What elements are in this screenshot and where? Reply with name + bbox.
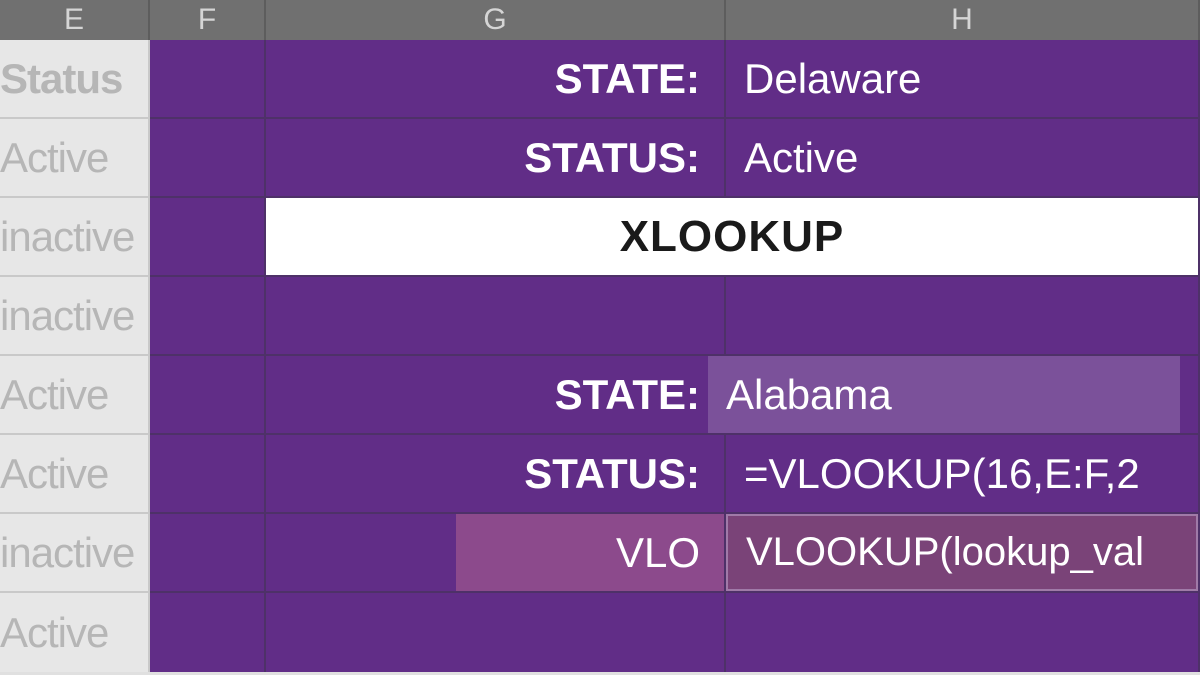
cell-f1[interactable] (150, 40, 266, 119)
cell-f2[interactable] (150, 119, 266, 198)
cell-e6[interactable]: Active (0, 435, 150, 514)
column-headers: E F G H (0, 0, 1200, 40)
row-6: Active STATUS: =VLOOKUP(16,E:F,2 (0, 435, 1200, 514)
col-header-f[interactable]: F (150, 0, 266, 40)
col-header-h[interactable]: H (726, 0, 1200, 40)
cell-h1-state-value[interactable]: Delaware (726, 40, 1200, 119)
cell-g8[interactable] (266, 593, 726, 672)
row-2: Active STATUS: Active (0, 119, 1200, 198)
cell-g5-state-label[interactable]: STATE: (266, 356, 726, 435)
cell-h7-tooltip[interactable]: VLOOKUP(lookup_val (726, 514, 1200, 593)
cell-e4[interactable]: inactive (0, 277, 150, 356)
cell-e3[interactable]: inactive (0, 198, 150, 277)
formula-tooltip: VLOOKUP(lookup_val (726, 514, 1198, 591)
cell-e1[interactable]: Status (0, 40, 150, 119)
cell-h2-status-value[interactable]: Active (726, 119, 1200, 198)
cell-g6-status-label[interactable]: STATUS: (266, 435, 726, 514)
cell-e8[interactable]: Active (0, 593, 150, 672)
vlo-label: VLO (456, 514, 724, 591)
row-5: Active STATE: Alabama (0, 356, 1200, 435)
col-header-e[interactable]: E (0, 0, 150, 40)
row-4: inactive (0, 277, 1200, 356)
cell-f8[interactable] (150, 593, 266, 672)
row-7: inactive VLO VLOOKUP(lookup_val (0, 514, 1200, 593)
cell-e7[interactable]: inactive (0, 514, 150, 593)
col-header-g[interactable]: G (266, 0, 726, 40)
cell-g4[interactable] (266, 277, 726, 356)
cell-gh3-xlookup[interactable]: XLOOKUP (266, 198, 1200, 277)
cell-f3[interactable] (150, 198, 266, 277)
cell-e5[interactable]: Active (0, 356, 150, 435)
cell-h4[interactable] (726, 277, 1200, 356)
cell-f7[interactable] (150, 514, 266, 593)
cell-g7-vlo[interactable]: VLO (266, 514, 726, 593)
cell-f5[interactable] (150, 356, 266, 435)
cell-f4[interactable] (150, 277, 266, 356)
row-3: inactive XLOOKUP (0, 198, 1200, 277)
cell-h8[interactable] (726, 593, 1200, 672)
cell-g2-status-label[interactable]: STATUS: (266, 119, 726, 198)
cell-g1-state-label[interactable]: STATE: (266, 40, 726, 119)
spreadsheet-grid: Status STATE: Delaware Active STATUS: Ac… (0, 40, 1200, 675)
cell-f6[interactable] (150, 435, 266, 514)
vlo-spacer (266, 514, 456, 591)
cell-h6-formula[interactable]: =VLOOKUP(16,E:F,2 (726, 435, 1200, 514)
cell-e2[interactable]: Active (0, 119, 150, 198)
alabama-highlight: Alabama (708, 356, 1180, 433)
row-8: Active (0, 593, 1200, 672)
row-1: Status STATE: Delaware (0, 40, 1200, 119)
cell-h5-state-value[interactable]: Alabama (726, 356, 1200, 435)
